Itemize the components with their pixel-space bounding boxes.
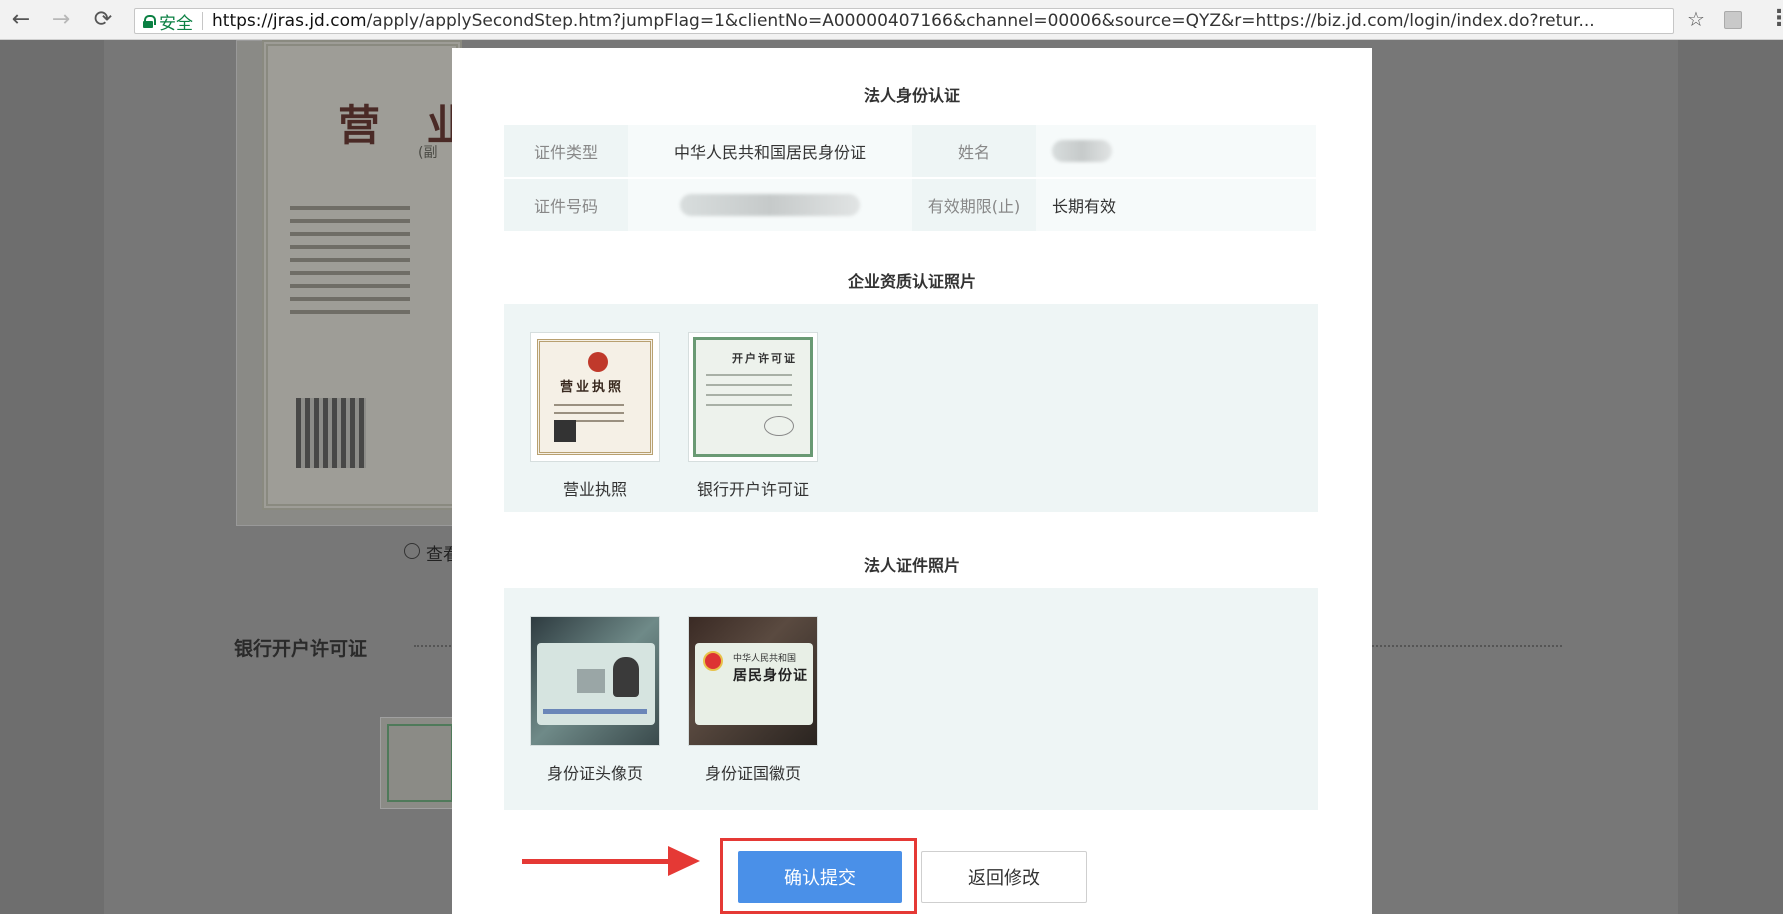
doc-title: 营业执照 [560, 380, 625, 395]
annotation-arrow [522, 859, 674, 864]
photo-id-back[interactable]: 中华人民共和国 居民身份证 身份证国徽页 [688, 616, 818, 784]
national-emblem-icon [703, 651, 723, 671]
validity-value: 长期有效 [1036, 179, 1316, 231]
id-type-label: 证件类型 [504, 125, 628, 177]
stamp-icon [764, 416, 794, 436]
secure-label: 安全 [159, 13, 193, 34]
id-number-value [628, 179, 912, 231]
url-text: https://jras.jd.com/apply/applySecondSte… [212, 11, 1595, 31]
reload-icon[interactable]: ⟳ [90, 5, 116, 35]
section-divider [414, 645, 454, 647]
seal-icon [588, 352, 608, 372]
redacted-mosaic [577, 669, 605, 693]
annotation-arrow-head [668, 846, 700, 876]
name-value [1036, 125, 1316, 177]
url-path: /apply/applySecondStep.htm?jumpFlag=1&cl… [366, 11, 1595, 31]
identity-table: 证件类型 中华人民共和国居民身份证 姓名 证件号码 有效期限(止) 长期有效 [504, 125, 1318, 231]
bank-permit-doc: 开户许可证 [693, 337, 813, 457]
lock-icon [143, 14, 156, 28]
id-card-front-image [531, 617, 659, 745]
license-text-lines [290, 206, 450, 323]
bookmark-star-icon[interactable]: ☆ [1687, 7, 1705, 31]
validity-label: 有效期限(止) [912, 179, 1036, 231]
annotation-highlight-box [720, 838, 917, 914]
photo-id-front[interactable]: 身份证头像页 [530, 616, 660, 784]
browser-menu-icon[interactable]: ⋮ [1768, 6, 1783, 31]
business-license-doc: 营业执照 [537, 339, 653, 455]
forward-arrow-icon[interactable]: → [48, 5, 74, 35]
id-card-back-image: 中华人民共和国 居民身份证 [689, 617, 817, 745]
browser-toolbar: ← → ⟳ 安全 https://jras.jd.com/apply/apply… [0, 0, 1783, 40]
photo-caption: 身份证头像页 [546, 764, 643, 783]
id-back-line1: 中华人民共和国 [733, 654, 797, 664]
license-subtitle: (副 [418, 145, 438, 161]
back-edit-button[interactable]: 返回修改 [921, 851, 1087, 903]
enterprise-photos-title: 企业资质认证照片 [847, 272, 976, 291]
bank-permit-image[interactable]: 开户许可证 [688, 332, 818, 462]
redacted-name [1052, 140, 1112, 162]
id-type-value: 中华人民共和国居民身份证 [628, 125, 912, 177]
bank-permit-thumbnail [380, 717, 460, 809]
qr-code [554, 420, 576, 442]
back-arrow-icon[interactable]: ← [8, 5, 34, 35]
section-divider-right [1372, 645, 1562, 647]
bank-section-title: 银行开户许可证 [234, 638, 368, 660]
doc-title: 开户许可证 [732, 352, 797, 365]
confirm-modal: 法人身份认证 证件类型 中华人民共和国居民身份证 姓名 证件号码 有效期限(止)… [452, 48, 1372, 914]
id-number-label: 证件号码 [504, 179, 628, 231]
address-separator [202, 12, 203, 30]
photo-caption: 身份证国徽页 [704, 764, 801, 783]
redacted-id-number [680, 194, 860, 216]
photo-caption: 营业执照 [562, 480, 627, 499]
legal-identity-title: 法人身份认证 [863, 86, 960, 105]
id-back-line2: 居民身份证 [733, 668, 808, 684]
photo-caption: 银行开户许可证 [696, 480, 809, 499]
id-back-thumbnail[interactable]: 中华人民共和国 居民身份证 [688, 616, 818, 746]
legal-photos-panel: 身份证头像页 中华人民共和国 居民身份证 身份证国徽页 [504, 588, 1318, 810]
business-license-thumbnail[interactable]: 营业执照 [530, 332, 660, 462]
portrait-silhouette [613, 657, 639, 697]
extension-icon[interactable] [1724, 11, 1742, 29]
table-row: 证件号码 有效期限(止) 长期有效 [504, 179, 1318, 231]
url-host: https://jras.jd.com [212, 11, 367, 31]
id-front-thumbnail[interactable] [530, 616, 660, 746]
photo-business-license[interactable]: 营业执照 营业执照 [530, 332, 660, 500]
license-qr-code [296, 398, 366, 468]
legal-photos-title: 法人证件照片 [863, 556, 960, 575]
name-label: 姓名 [912, 125, 1036, 177]
enterprise-photos-panel: 营业执照 营业执照 开户许可证 银行开户许可证 [504, 304, 1318, 512]
photo-bank-permit[interactable]: 开户许可证 银行开户许可证 [688, 332, 818, 500]
table-row: 证件类型 中华人民共和国居民身份证 姓名 [504, 125, 1318, 177]
address-bar[interactable]: 安全 https://jras.jd.com/apply/applySecond… [134, 8, 1674, 34]
